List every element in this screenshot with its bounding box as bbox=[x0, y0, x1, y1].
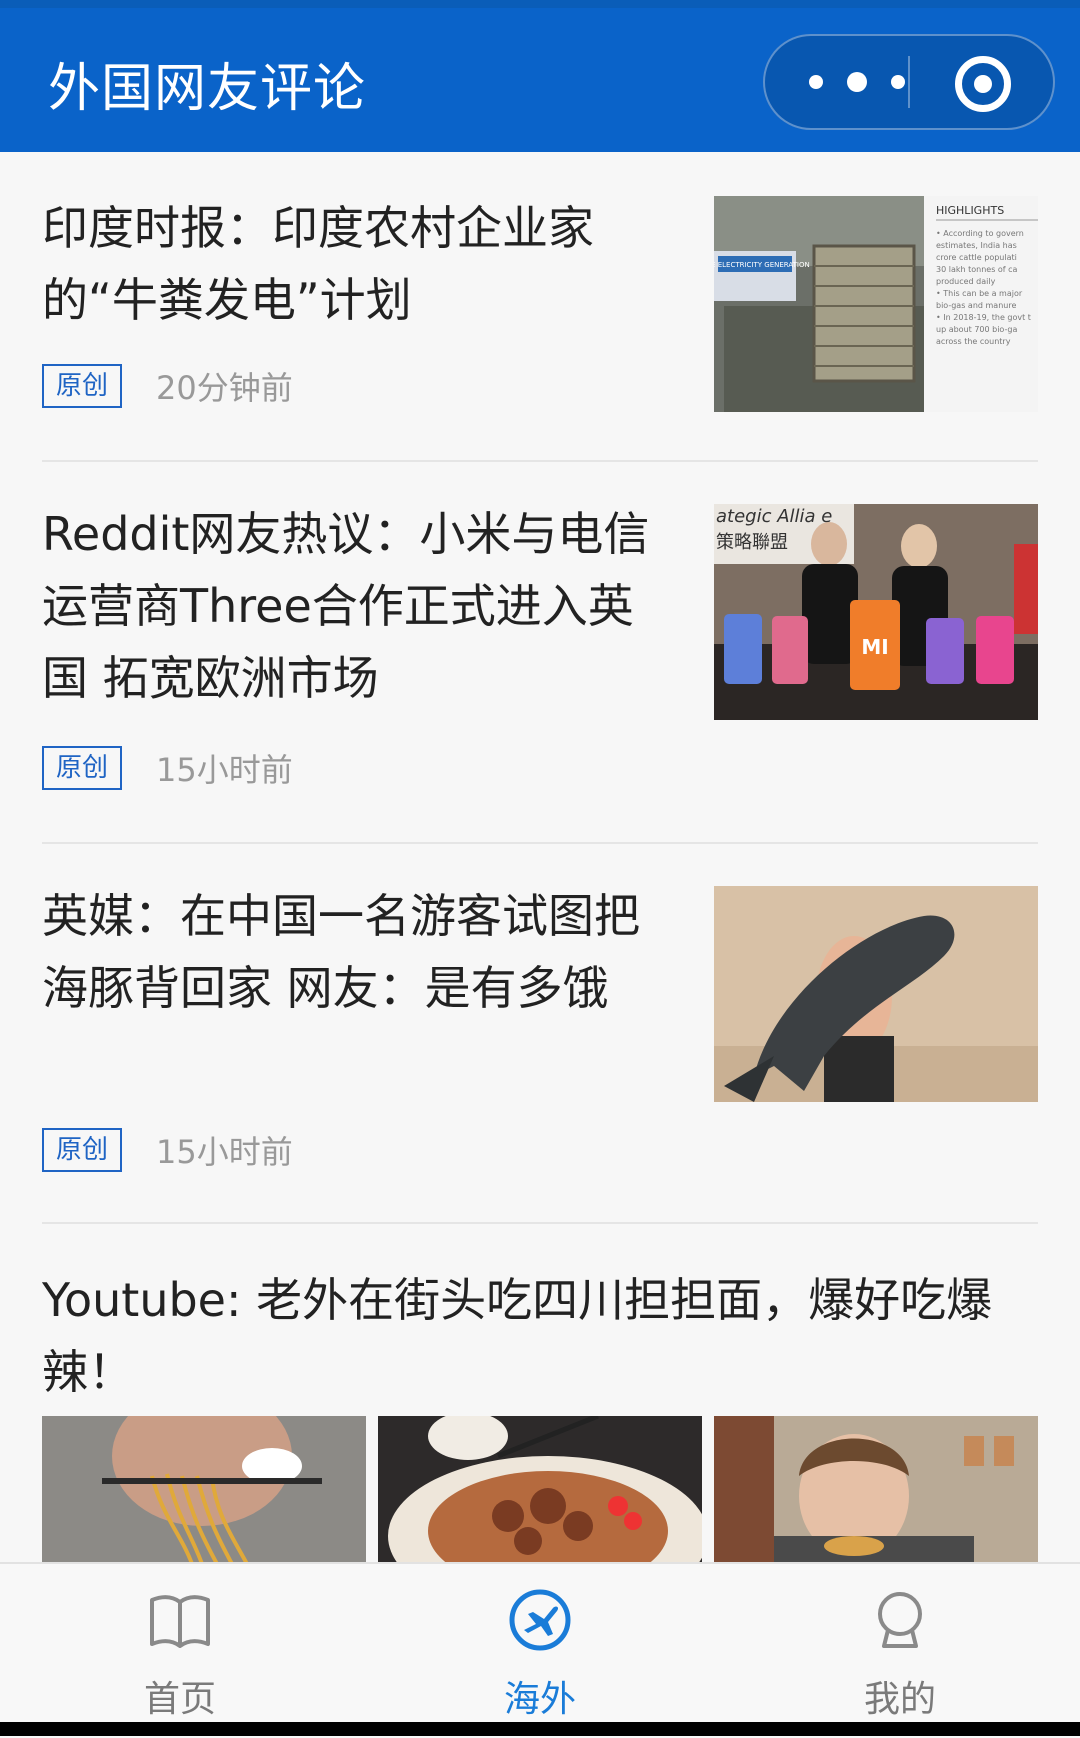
original-badge: 原创 bbox=[42, 746, 123, 790]
system-nav-bar bbox=[0, 1722, 1080, 1736]
post-image bbox=[378, 1416, 702, 1564]
tab-label: 海外 bbox=[503, 1679, 576, 1720]
article-headline: 英媒：在中国一名游客试图把海豚背回家 网友：是有多饿 bbox=[42, 889, 640, 1015]
article-headline: 印度时报：印度农村企业家的“牛粪发电”计划 bbox=[42, 201, 594, 327]
sidebar-line: • This can be a major bbox=[936, 289, 1023, 298]
sidebar-line: estimates, India has bbox=[936, 241, 1017, 250]
book-icon bbox=[146, 1586, 214, 1654]
status-bar bbox=[0, 0, 1080, 8]
divider bbox=[42, 1222, 1038, 1224]
article-headline[interactable]: Youtube: 老外在街头吃四川担担面，爆好吃爆辣！ bbox=[42, 1264, 1038, 1408]
article-thumbnail: LIVE ELECTRICITY GENERATION HIGHLIGHTS •… bbox=[714, 196, 1038, 412]
article-headline: Reddit网友热议：小米与电信运营商Three合作正式进入英国 拓宽欧洲市场 bbox=[42, 507, 650, 705]
divider bbox=[42, 460, 1038, 462]
image-grid[interactable] bbox=[42, 1416, 1038, 1564]
sidebar-line: • According to govern bbox=[936, 229, 1024, 238]
article-card[interactable]: 印度时报：印度农村企业家的“牛粪发电”计划 原创 20分钟前 LIVE ELEC… bbox=[42, 172, 1038, 422]
article-meta: 原创 20分钟前 bbox=[42, 362, 293, 410]
post-image bbox=[714, 1416, 1038, 1564]
plane-icon bbox=[506, 1586, 574, 1654]
tab-home[interactable]: 首页 bbox=[0, 1564, 360, 1738]
dot bbox=[847, 72, 867, 92]
publish-time: 20分钟前 bbox=[156, 369, 293, 407]
publish-time: 15小时前 bbox=[156, 751, 293, 789]
close-mini-program-icon[interactable] bbox=[955, 56, 1011, 112]
original-badge: 原创 bbox=[42, 364, 123, 408]
tab-mine[interactable]: 我的 bbox=[720, 1564, 1080, 1738]
article-meta: 原创 15小时前 bbox=[42, 1126, 293, 1174]
sidebar-line: produced daily bbox=[936, 277, 996, 286]
sidebar-line: crore cattle populati bbox=[936, 253, 1017, 262]
tab-bar: 首页 海外 我的 bbox=[0, 1562, 1080, 1738]
sidebar-line: • In 2018-19, the govt t bbox=[936, 313, 1031, 322]
article-meta: 原创 15小时前 bbox=[42, 744, 293, 792]
screen-caption: LIVE ELECTRICITY GENERATION bbox=[714, 261, 810, 269]
dot bbox=[891, 75, 905, 89]
capsule-divider bbox=[908, 56, 910, 108]
sidebar-line: up about 700 bio-ga bbox=[936, 325, 1017, 334]
tab-overseas[interactable]: 海外 bbox=[360, 1564, 720, 1738]
article-card[interactable]: 英媒：在中国一名游客试图把海豚背回家 网友：是有多饿 原创 15小时前 bbox=[42, 868, 1038, 1172]
mi-logo: MI bbox=[861, 635, 888, 659]
post-image bbox=[42, 1416, 366, 1564]
tab-label: 我的 bbox=[863, 1679, 936, 1720]
mini-program-capsule bbox=[763, 34, 1055, 130]
page-title: 外国网友评论 bbox=[48, 59, 367, 119]
sidebar-line: across the country bbox=[936, 337, 1011, 346]
banner-line-2: 策略聯盟 bbox=[716, 532, 788, 553]
user-icon bbox=[866, 1586, 934, 1654]
banner-line-1: ategic Allia e bbox=[716, 506, 832, 527]
article-thumbnail: ategic Allia e 策略聯盟 MI bbox=[714, 504, 1038, 720]
sidebar-line: bio-gas and manure bbox=[936, 301, 1016, 310]
publish-time: 15小时前 bbox=[156, 1133, 293, 1171]
navigation-bar: 外国网友评论 bbox=[0, 0, 1080, 152]
tab-label: 首页 bbox=[143, 1679, 216, 1720]
divider bbox=[42, 842, 1038, 844]
dot bbox=[809, 75, 823, 89]
sidebar-heading: HIGHLIGHTS bbox=[936, 204, 1004, 217]
sidebar-line: 30 lakh tonnes of ca bbox=[936, 265, 1018, 274]
article-thumbnail bbox=[714, 886, 1038, 1102]
article-card[interactable]: Reddit网友热议：小米与电信运营商Three合作正式进入英国 拓宽欧洲市场 … bbox=[42, 486, 1038, 790]
more-icon[interactable] bbox=[809, 70, 905, 94]
original-badge: 原创 bbox=[42, 1128, 123, 1172]
